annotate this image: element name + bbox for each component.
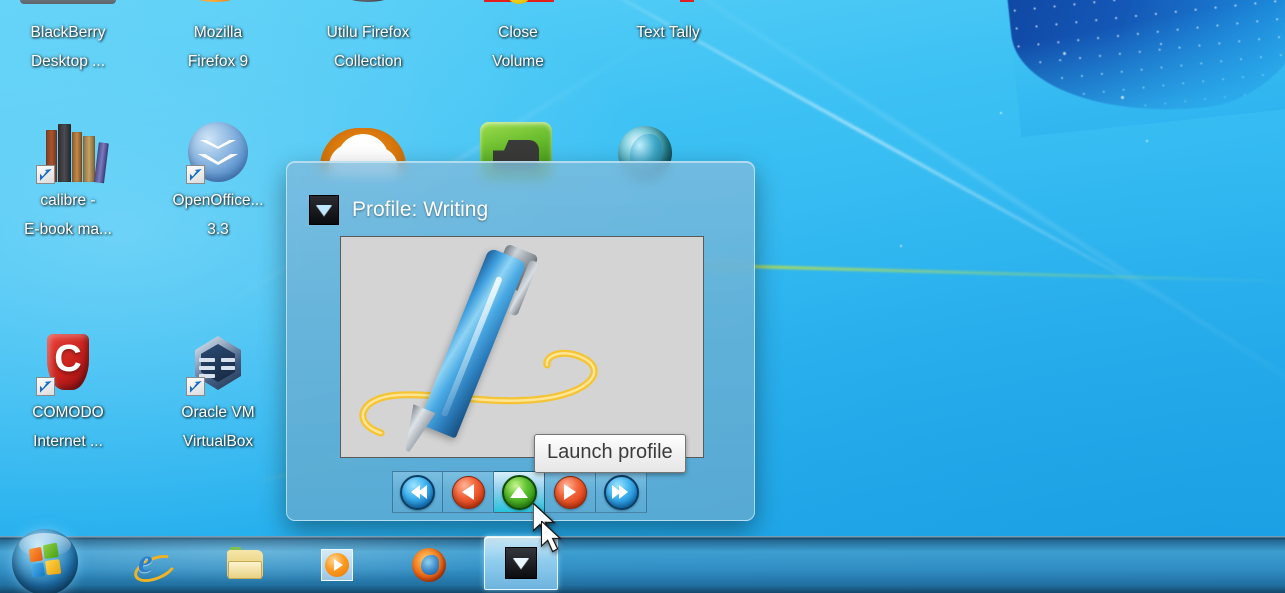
wallpaper-sparkle bbox=[1000, 112, 1002, 114]
wallpaper-sparkle bbox=[1160, 43, 1162, 45]
desktop-icon-label: calibre - E-book ma... bbox=[24, 192, 112, 238]
next-profile-button[interactable] bbox=[545, 471, 596, 513]
taskbar: e bbox=[0, 529, 1285, 593]
calibre-books-icon bbox=[36, 120, 109, 184]
wallpaper-flag-ribbon bbox=[996, 0, 1285, 127]
desktop-icon-label: Oracle VM VirtualBox bbox=[181, 404, 255, 450]
desktop-icon-blackberry-desktop[interactable]: BlackBerry Desktop ... bbox=[0, 18, 136, 76]
virtualbox-cube-icon bbox=[186, 332, 250, 396]
taskbar-internet-explorer[interactable]: e bbox=[130, 543, 180, 588]
desktop-icon-label: Utilu Firefox Collection bbox=[326, 24, 410, 70]
desktop-icon-oracle-vm-virtualbox[interactable]: Oracle VM VirtualBox bbox=[150, 332, 286, 456]
shortcut-arrow-icon bbox=[186, 165, 205, 184]
desktop-icon-utilu-firefox-collection[interactable]: Utilu Firefox Collection bbox=[300, 18, 436, 76]
wallpaper-sparkle bbox=[900, 245, 902, 247]
taskbar-media-player[interactable] bbox=[315, 543, 359, 587]
wallpaper-sparkle bbox=[1121, 96, 1124, 99]
desktop-icon-partial-blackberry[interactable] bbox=[20, 0, 116, 4]
arrow-left-icon bbox=[451, 475, 485, 509]
desktop-icon-label: Text Tally bbox=[636, 24, 700, 41]
desktop-icon-label: COMODO Internet ... bbox=[32, 404, 104, 450]
desktop-icon-label: BlackBerry Desktop ... bbox=[30, 24, 106, 70]
profile-nav-toolbar bbox=[392, 471, 647, 513]
shortcut-arrow-icon bbox=[36, 165, 55, 184]
wallpaper-sparkle bbox=[1146, 140, 1148, 142]
profile-preview-image bbox=[340, 236, 704, 458]
wallpaper-sparkle bbox=[1063, 52, 1066, 55]
last-profile-button[interactable] bbox=[596, 471, 647, 513]
wallpaper-green-streak bbox=[700, 263, 1285, 284]
taskbar-windows-explorer[interactable] bbox=[223, 543, 267, 587]
media-player-icon bbox=[321, 549, 353, 581]
openoffice-icon bbox=[186, 120, 250, 184]
popup-header: Profile: Writing bbox=[309, 195, 488, 225]
desktop-icon-label: Close Volume bbox=[492, 24, 544, 70]
taskbar-profile-launcher[interactable] bbox=[484, 536, 558, 590]
popup-title: Profile: Writing bbox=[352, 198, 489, 221]
internet-explorer-icon: e bbox=[130, 544, 180, 588]
folder-icon bbox=[227, 547, 263, 580]
double-arrow-right-icon bbox=[603, 474, 639, 510]
popup-menu-button[interactable] bbox=[309, 195, 339, 225]
taskbar-firefox[interactable] bbox=[407, 543, 451, 587]
double-arrow-left-icon bbox=[400, 474, 435, 510]
desktop-icon-partial-text-tally[interactable] bbox=[680, 0, 694, 2]
launch-profile-tooltip: Launch profile bbox=[534, 434, 686, 473]
comodo-shield-icon bbox=[36, 332, 100, 396]
arrow-up-icon bbox=[501, 474, 537, 510]
first-profile-button[interactable] bbox=[392, 471, 443, 513]
desktop-icon-comodo-internet-security[interactable]: COMODO Internet ... bbox=[0, 332, 136, 456]
desktop-icon-label: OpenOffice... 3.3 bbox=[172, 192, 264, 238]
desktop-icon-openoffice[interactable]: OpenOffice... 3.3 bbox=[150, 120, 286, 244]
desktop-screen: BlackBerry Desktop ... Mozilla Firefox 9… bbox=[0, 0, 1285, 593]
shortcut-arrow-icon bbox=[36, 377, 55, 396]
desktop-icon-text-tally[interactable]: Text Tally bbox=[600, 18, 736, 47]
triangle-down-icon bbox=[505, 547, 537, 579]
shortcut-arrow-icon bbox=[186, 377, 205, 396]
desktop-icon-label: Mozilla Firefox 9 bbox=[187, 24, 249, 70]
desktop-icon-mozilla-firefox-9[interactable]: Mozilla Firefox 9 bbox=[150, 18, 286, 76]
firefox-icon bbox=[412, 548, 446, 582]
windows-logo-icon bbox=[28, 542, 65, 579]
desktop-icon-close-volume[interactable]: Close Volume bbox=[450, 18, 586, 76]
previous-profile-button[interactable] bbox=[443, 471, 494, 513]
desktop-icon-calibre-ebook-manager[interactable]: calibre - E-book ma... bbox=[0, 120, 136, 244]
desktop-icon-partial-close-volume[interactable] bbox=[484, 0, 554, 4]
arrow-right-icon bbox=[553, 475, 587, 509]
launch-profile-button[interactable] bbox=[494, 471, 545, 513]
triangle-down-icon bbox=[316, 204, 332, 216]
start-button[interactable] bbox=[12, 529, 78, 593]
